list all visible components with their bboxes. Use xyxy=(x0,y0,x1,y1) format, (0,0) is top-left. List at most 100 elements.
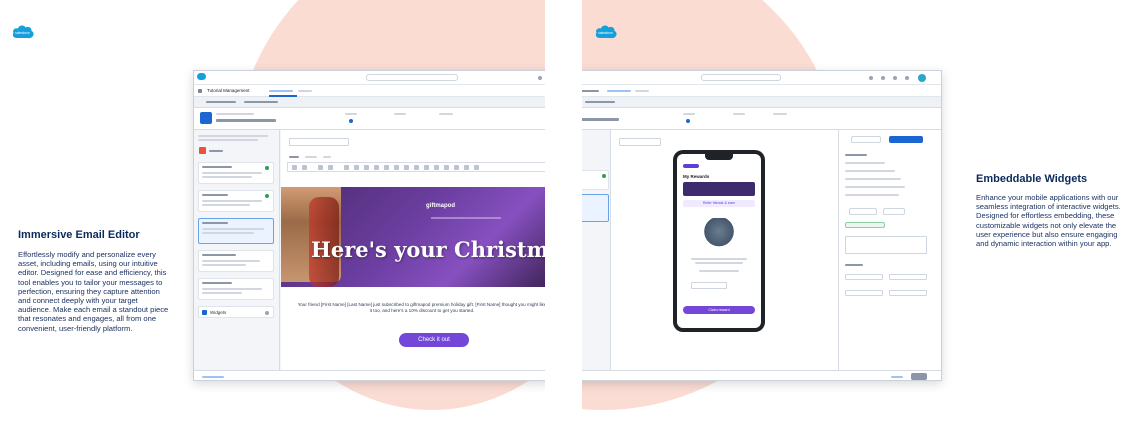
content-sidebar: Widgets xyxy=(194,130,280,370)
formatting-toolbar xyxy=(287,162,545,172)
section-description: Enhance your mobile applications with ou… xyxy=(976,193,1121,249)
workspace-tab[interactable] xyxy=(585,101,615,103)
banner-tagline xyxy=(431,217,501,219)
phone-header: My Rewards xyxy=(683,174,710,179)
next-button[interactable] xyxy=(911,373,927,380)
setting-select[interactable] xyxy=(845,290,883,296)
footer xyxy=(582,370,941,380)
salesforce-logo-icon: salesforce xyxy=(12,25,34,39)
widget-settings-panel xyxy=(838,130,941,370)
status-dot xyxy=(265,166,269,170)
nav-item[interactable] xyxy=(635,90,649,92)
slide-stage: salesforce Immersive Email Editor Effort… xyxy=(0,0,1125,421)
record-type xyxy=(216,113,254,115)
phone-mockup: My Rewards Refer friends & earn Claim re… xyxy=(673,150,765,332)
reward-card xyxy=(683,182,755,196)
widget-icon xyxy=(202,310,207,315)
section-description: Effortlessly modify and personalize ever… xyxy=(18,250,169,333)
claim-reward-button[interactable]: Claim reward xyxy=(683,306,755,314)
left-nav xyxy=(582,130,611,370)
add-icon[interactable] xyxy=(265,311,269,315)
status-dot xyxy=(265,194,269,198)
content-block-card-selected[interactable] xyxy=(198,218,274,244)
email-hero-banner: giftmapod Here's your Christmas Surpr xyxy=(281,187,545,287)
nav-item[interactable] xyxy=(269,90,293,92)
record-icon xyxy=(200,112,212,124)
brand-label: giftmapod xyxy=(426,203,455,209)
action-button[interactable] xyxy=(849,208,877,215)
app-header-badge xyxy=(683,164,699,168)
step-label xyxy=(733,113,745,115)
app-title: Tutorial Management xyxy=(207,88,250,93)
step-1[interactable] xyxy=(349,119,353,123)
refer-friends-button[interactable]: Refer friends & earn xyxy=(683,200,755,207)
widget-list-item-selected[interactable] xyxy=(582,194,609,222)
device-select[interactable] xyxy=(619,138,661,146)
panel-divider xyxy=(545,0,582,421)
widgets-label: Widgets xyxy=(210,310,227,315)
workspace-tabs xyxy=(194,97,545,108)
content-block-card[interactable] xyxy=(198,278,274,300)
setting-select[interactable] xyxy=(845,274,883,280)
content-block-card[interactable] xyxy=(198,162,274,184)
copy-button[interactable] xyxy=(845,222,885,228)
step-2-label xyxy=(394,113,406,115)
global-header xyxy=(582,71,941,85)
step-1-label xyxy=(345,113,357,115)
widget-list-item[interactable] xyxy=(582,170,609,190)
left-panel: salesforce Immersive Email Editor Effort… xyxy=(0,0,545,421)
step-3-label xyxy=(439,113,453,115)
content-block-card[interactable] xyxy=(198,190,274,212)
widget-builder-window: My Rewards Refer friends & earn Claim re… xyxy=(582,70,942,381)
workspace-tab-active[interactable] xyxy=(244,101,278,103)
workspace-tabs xyxy=(582,97,941,108)
setting-select[interactable] xyxy=(889,274,927,280)
content-block-card[interactable] xyxy=(198,250,274,272)
app-title xyxy=(582,90,599,92)
workspace-tab[interactable] xyxy=(206,101,236,103)
add-icon[interactable] xyxy=(881,76,885,80)
action-button[interactable] xyxy=(883,208,905,215)
check-it-out-button[interactable]: Check it out xyxy=(399,333,469,347)
email-icon xyxy=(199,147,206,154)
editor-tab[interactable] xyxy=(305,156,317,158)
step-label xyxy=(683,113,695,115)
editor-canvas: giftmapod Here's your Christmas Surpr Yo… xyxy=(281,130,545,370)
secondary-button[interactable] xyxy=(851,136,881,143)
section-heading: Embeddable Widgets xyxy=(976,173,1088,185)
preview-area: My Rewards Refer friends & earn Claim re… xyxy=(611,130,838,370)
app-nav-bar: Tutorial Management xyxy=(194,85,545,97)
widgets-card[interactable]: Widgets xyxy=(198,306,274,318)
promo-text: Your friend [First Name] [Last Name] jus… xyxy=(297,302,545,313)
editor-footer xyxy=(194,370,545,380)
favorites-icon[interactable] xyxy=(869,76,873,80)
editor-tab[interactable] xyxy=(323,156,331,158)
record-title xyxy=(216,119,276,122)
help-icon[interactable] xyxy=(893,76,897,80)
app-launcher-icon[interactable] xyxy=(198,89,202,93)
save-button[interactable] xyxy=(889,136,923,143)
record-header xyxy=(194,108,545,130)
step-1[interactable] xyxy=(686,119,690,123)
template-select[interactable] xyxy=(289,138,349,146)
step-label xyxy=(773,113,787,115)
nav-item[interactable] xyxy=(298,90,312,92)
record-title xyxy=(582,118,619,121)
nav-item[interactable] xyxy=(607,90,631,92)
editor-tab-active[interactable] xyxy=(289,156,299,158)
record-header xyxy=(582,108,941,130)
phone-screen: My Rewards Refer friends & earn Claim re… xyxy=(677,154,761,328)
app-logo-icon xyxy=(197,73,206,80)
svg-text:salesforce: salesforce xyxy=(598,31,613,35)
global-search-input[interactable] xyxy=(366,74,458,81)
avatar[interactable] xyxy=(918,74,926,82)
sidebar-hint xyxy=(198,135,268,137)
settings-icon[interactable] xyxy=(905,76,909,80)
settings-icon[interactable] xyxy=(538,76,542,80)
global-header xyxy=(194,71,545,85)
global-search-input[interactable] xyxy=(701,74,781,81)
banner-headline: Here's your Christmas Surpr xyxy=(311,237,545,262)
setting-select[interactable] xyxy=(889,290,927,296)
reward-input[interactable] xyxy=(691,282,727,289)
code-field[interactable] xyxy=(845,236,927,254)
